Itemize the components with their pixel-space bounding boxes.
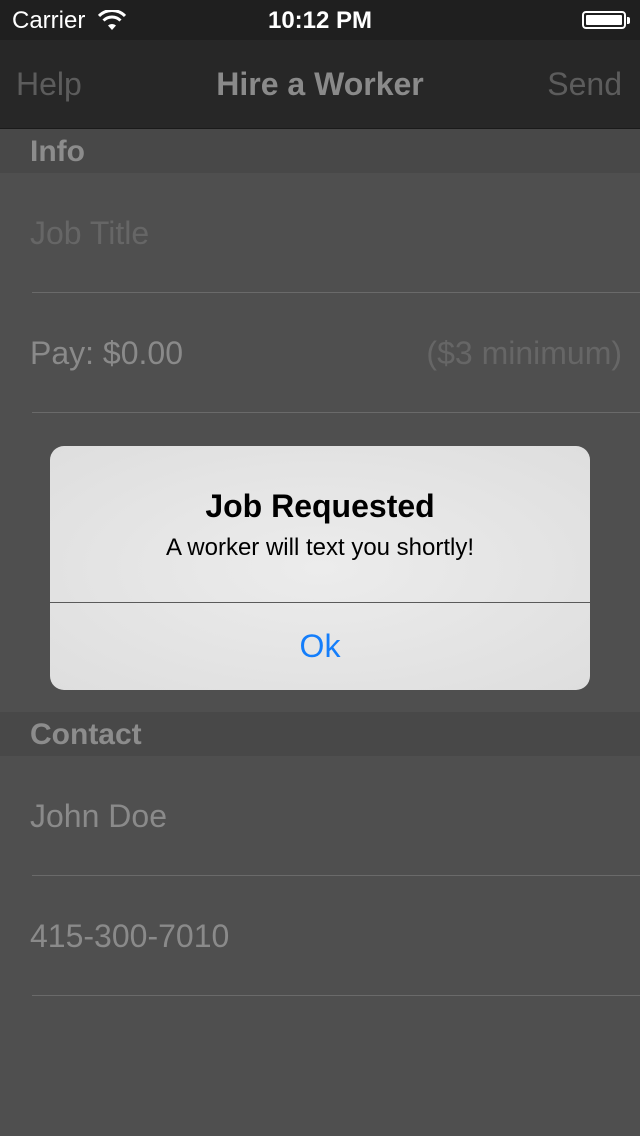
alert-dialog: Job Requested A worker will text you sho… bbox=[50, 446, 590, 690]
alert-message: A worker will text you shortly! bbox=[165, 534, 475, 561]
ok-button[interactable]: Ok bbox=[50, 603, 590, 690]
alert-title: Job Requested bbox=[205, 488, 435, 524]
